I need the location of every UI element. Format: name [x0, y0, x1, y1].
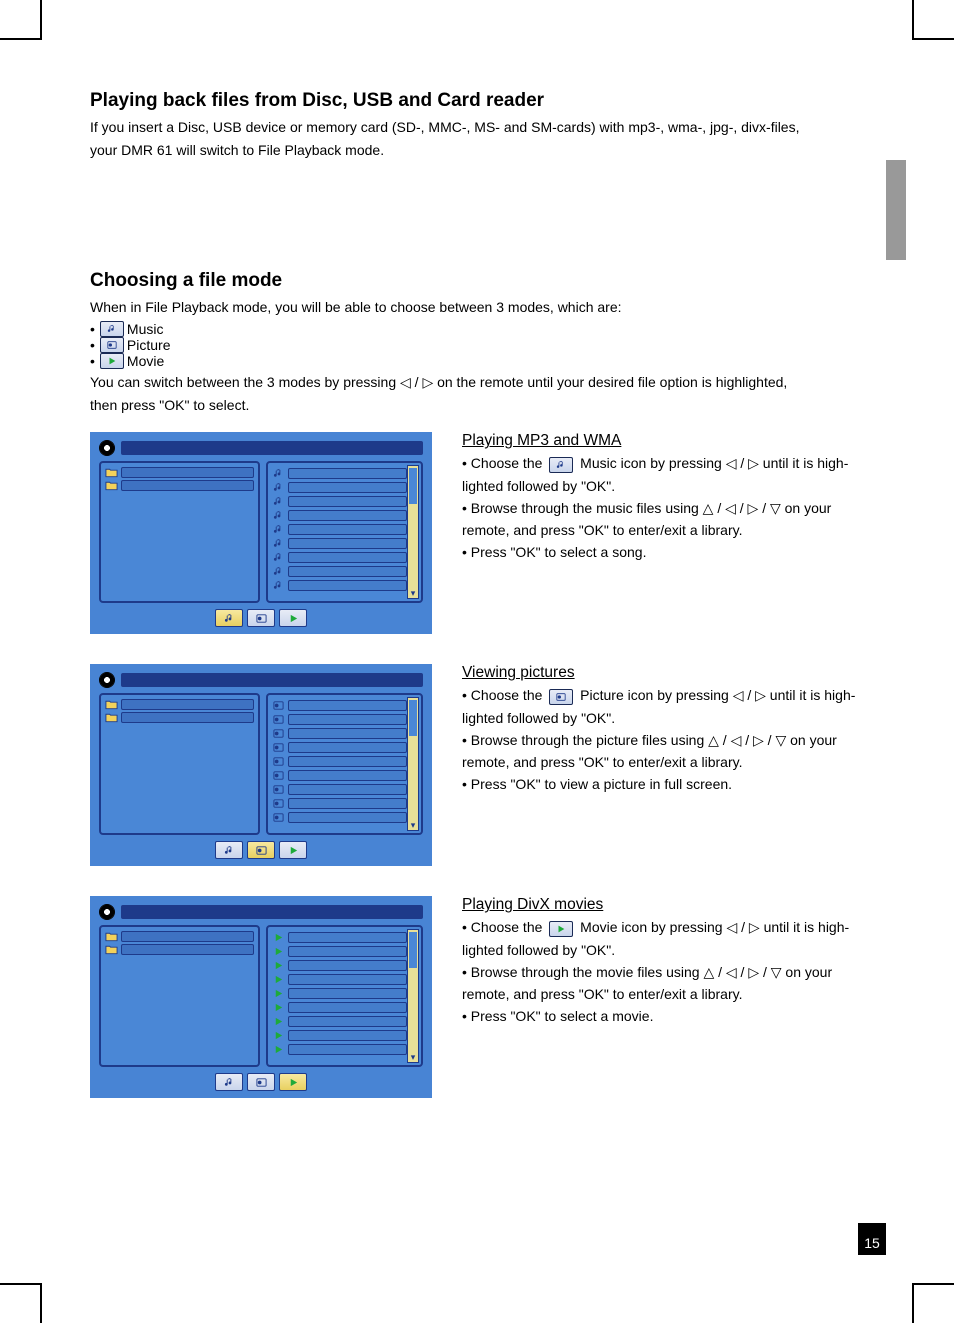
crop-mark — [914, 38, 954, 40]
screenshot-movie — [90, 896, 432, 1098]
scrollbar — [407, 465, 419, 599]
tab-music-icon — [215, 841, 243, 859]
movie-icon — [100, 353, 124, 369]
mode-label: Movie — [127, 353, 164, 369]
page-number: 15 — [858, 1223, 886, 1255]
disc-icon — [99, 440, 115, 456]
body-text: • Choose the Movie icon by pressing ◁ / … — [462, 918, 864, 936]
mode-list: Music Picture Movie — [90, 321, 864, 369]
body-text: • Choose the Picture icon by pressing ◁ … — [462, 686, 864, 704]
body-text: lighted followed by "OK". — [462, 709, 864, 727]
crop-mark — [914, 1283, 954, 1285]
subheading-mp3: Playing MP3 and WMA — [462, 432, 864, 450]
mode-movie: Movie — [90, 353, 864, 369]
picture-icon — [100, 337, 124, 353]
crop-mark — [912, 1283, 914, 1323]
mode-picture: Picture — [90, 337, 864, 353]
subheading-pictures: Viewing pictures — [462, 664, 864, 682]
body-text: • Press "OK" to view a picture in full s… — [462, 775, 864, 793]
body-text: • Browse through the picture files using… — [462, 731, 864, 749]
movie-file-icon — [272, 932, 285, 943]
heading-playback: Playing back files from Disc, USB and Ca… — [90, 90, 864, 112]
tab-movie-icon — [279, 1073, 307, 1091]
screenshot-picture — [90, 664, 432, 866]
picture-file-icon — [272, 700, 285, 711]
body-text: lighted followed by "OK". — [462, 477, 864, 495]
tab-picture-icon — [247, 1073, 275, 1091]
tab-music-icon — [215, 609, 243, 627]
disc-icon — [99, 672, 115, 688]
crop-mark — [0, 38, 40, 40]
movie-icon — [549, 921, 573, 937]
tab-movie-icon — [279, 841, 307, 859]
tab-picture-icon — [247, 609, 275, 627]
crop-mark — [912, 0, 914, 40]
folder-icon — [105, 480, 118, 491]
music-icon — [549, 457, 573, 473]
body-text: You can switch between the 3 modes by pr… — [90, 373, 864, 392]
heading-filemode: Choosing a file mode — [90, 270, 864, 292]
body-text: then press "OK" to select. — [90, 396, 864, 415]
body-text: • Press "OK" to select a movie. — [462, 1007, 864, 1025]
body-text: remote, and press "OK" to enter/exit a l… — [462, 753, 864, 771]
body-text: • Press "OK" to select a song. — [462, 543, 864, 561]
scrollbar — [407, 929, 419, 1063]
body-text: remote, and press "OK" to enter/exit a l… — [462, 985, 864, 1003]
music-icon — [100, 321, 124, 337]
body-text: • Browse through the music files using △… — [462, 499, 864, 517]
folder-icon — [105, 467, 118, 478]
scrollbar — [407, 697, 419, 831]
mode-label: Music — [127, 321, 164, 337]
mode-label: Picture — [127, 337, 171, 353]
tab-picture-icon — [247, 841, 275, 859]
body-text: When in File Playback mode, you will be … — [90, 298, 864, 317]
body-text: If you insert a Disc, USB device or memo… — [90, 118, 864, 137]
side-tab — [886, 160, 906, 260]
body-text: your DMR 61 will switch to File Playback… — [90, 141, 864, 160]
body-text: • Choose the Music icon by pressing ◁ / … — [462, 454, 864, 472]
music-note-icon — [272, 468, 285, 479]
crop-mark — [40, 0, 42, 40]
crop-mark — [40, 1283, 42, 1323]
screenshot-music — [90, 432, 432, 634]
mode-music: Music — [90, 321, 864, 337]
crop-mark — [0, 1283, 40, 1285]
body-text: remote, and press "OK" to enter/exit a l… — [462, 521, 864, 539]
picture-icon — [549, 689, 573, 705]
subheading-divx: Playing DivX movies — [462, 896, 864, 914]
tab-music-icon — [215, 1073, 243, 1091]
tab-movie-icon — [279, 609, 307, 627]
body-text: • Browse through the movie files using △… — [462, 963, 864, 981]
disc-icon — [99, 904, 115, 920]
body-text: lighted followed by "OK". — [462, 941, 864, 959]
